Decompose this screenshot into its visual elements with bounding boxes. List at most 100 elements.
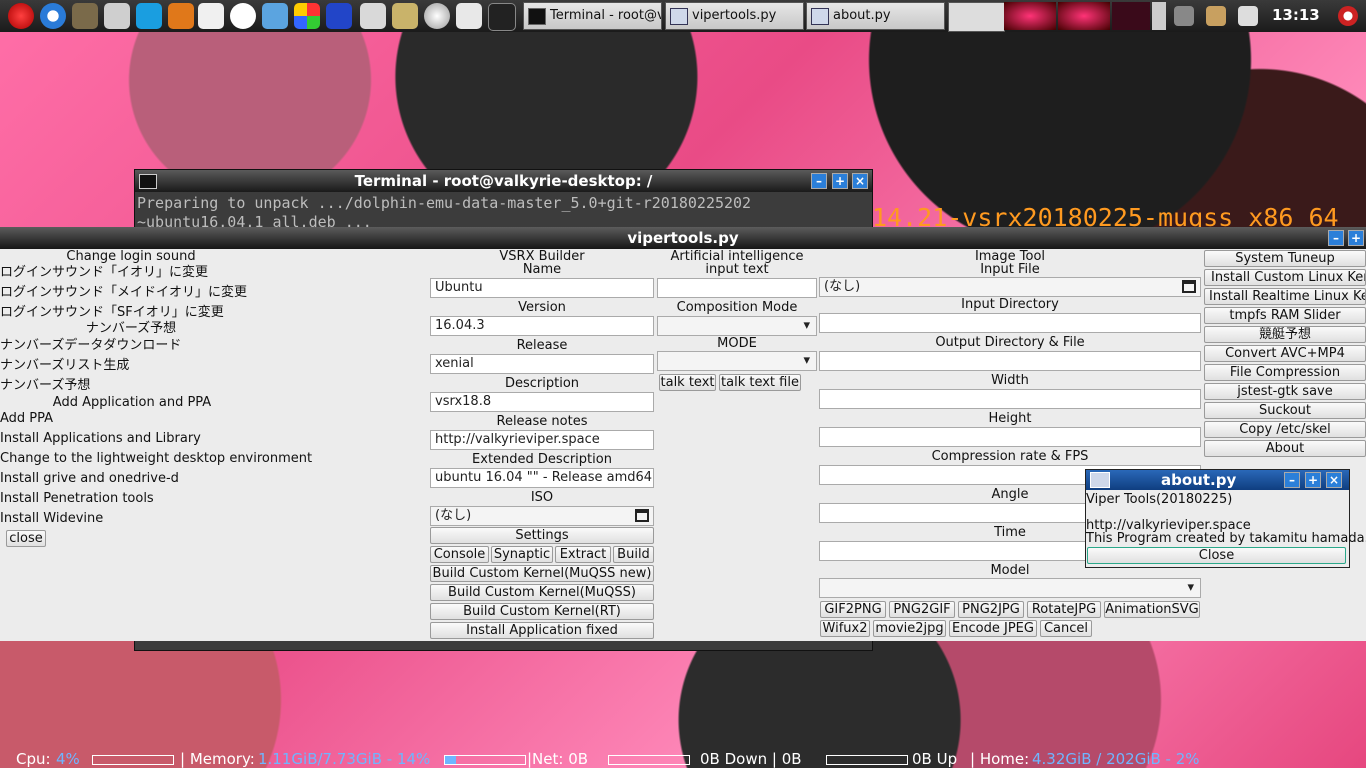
- input-directory-field[interactable]: [819, 313, 1201, 333]
- file-compression-button[interactable]: File Compression: [1204, 364, 1366, 381]
- maximize-button[interactable]: +: [1348, 230, 1364, 246]
- dropbox-icon[interactable]: [1238, 6, 1258, 26]
- menu-item[interactable]: ナンバーズデータダウンロード: [0, 338, 181, 353]
- minimize-button[interactable]: –: [1284, 472, 1300, 488]
- tmpfs-ram-slider-button[interactable]: tmpfs RAM Slider: [1204, 307, 1366, 324]
- task-terminal[interactable]: Terminal - root@valkyrie-desktop: /: [523, 2, 662, 30]
- system-monitor-icon[interactable]: [488, 3, 516, 31]
- keyboard-layout-icon[interactable]: [1174, 6, 1194, 26]
- animationsvg-button[interactable]: AnimationSVG: [1104, 601, 1200, 618]
- console-button[interactable]: Console: [430, 546, 489, 563]
- maximize-button[interactable]: +: [832, 173, 848, 189]
- close-button[interactable]: close: [6, 530, 46, 547]
- png2jpg-button[interactable]: PNG2JPG: [958, 601, 1024, 618]
- extract-button[interactable]: Extract: [555, 546, 611, 563]
- menu-item[interactable]: ナンバーズリスト生成: [0, 358, 129, 373]
- video-editor-icon[interactable]: [198, 3, 224, 29]
- vipertools-titlebar[interactable]: vipertools.py – +: [0, 227, 1366, 249]
- about-button[interactable]: About: [1204, 440, 1366, 457]
- about-window[interactable]: about.py – + × Viper Tools(20180225) htt…: [1085, 469, 1366, 568]
- talk-text-button[interactable]: talk text: [659, 374, 716, 391]
- browser-icon[interactable]: [40, 3, 66, 29]
- menu-item[interactable]: Install Penetration tools: [0, 491, 154, 506]
- composition-mode-select[interactable]: [657, 316, 817, 336]
- download-icon[interactable]: [392, 3, 418, 29]
- model-select[interactable]: [819, 578, 1201, 598]
- height-field[interactable]: [819, 427, 1201, 447]
- settings-button[interactable]: Settings: [430, 527, 654, 544]
- power-icon[interactable]: [8, 3, 34, 29]
- settings-icon[interactable]: [104, 3, 130, 29]
- drawer-icon[interactable]: [360, 3, 386, 29]
- kodi-icon[interactable]: [136, 3, 162, 29]
- workspace-2[interactable]: [1004, 2, 1056, 30]
- shutdown-icon[interactable]: [1338, 6, 1358, 26]
- menu-item[interactable]: Install Widevine: [0, 511, 103, 526]
- menu-item[interactable]: Add PPA: [0, 411, 53, 426]
- install-realtime-kernel-button[interactable]: Install Realtime Linux Ker: [1204, 288, 1366, 305]
- menu-item[interactable]: ログインサウンド「メイドイオリ」に変更: [0, 285, 247, 300]
- boat-race-button[interactable]: 競艇予想: [1204, 326, 1366, 343]
- system-tuneup-button[interactable]: System Tuneup: [1204, 250, 1366, 267]
- build-kernel-muqss-new-button[interactable]: Build Custom Kernel(MuQSS new): [430, 565, 654, 582]
- menu-item[interactable]: Install grive and onedrive-d: [0, 471, 179, 486]
- menu-item[interactable]: ナンバーズ予想: [0, 378, 90, 393]
- network-icon[interactable]: [262, 3, 288, 29]
- terminal-titlebar[interactable]: Terminal - root@valkyrie-desktop: / – + …: [135, 170, 872, 192]
- mode-select[interactable]: [657, 351, 817, 371]
- clock[interactable]: 13:13: [1272, 6, 1320, 24]
- about-close-button[interactable]: Close: [1087, 547, 1346, 564]
- release-field[interactable]: xenial: [430, 354, 654, 374]
- copy-etc-skel-button[interactable]: Copy /etc/skel: [1204, 421, 1366, 438]
- version-field[interactable]: 16.04.3: [430, 316, 654, 336]
- gif2png-button[interactable]: GIF2PNG: [820, 601, 886, 618]
- workspace-3[interactable]: [1058, 2, 1110, 30]
- gimp-icon[interactable]: [72, 3, 98, 29]
- talk-text-file-button[interactable]: talk text file: [719, 374, 801, 391]
- minimize-button[interactable]: –: [1328, 230, 1344, 246]
- build-kernel-rt-button[interactable]: Build Custom Kernel(RT): [430, 603, 654, 620]
- maximize-button[interactable]: +: [1305, 472, 1321, 488]
- build-button[interactable]: Build: [613, 546, 654, 563]
- close-button[interactable]: ×: [852, 173, 868, 189]
- png2gif-button[interactable]: PNG2GIF: [889, 601, 955, 618]
- vipertools-window[interactable]: vipertools.py – + Change login sound ログイ…: [0, 227, 1366, 641]
- description-field[interactable]: vsrx18.8: [430, 392, 654, 412]
- wifux2-button[interactable]: Wifux2: [820, 620, 870, 637]
- about-titlebar[interactable]: about.py – + ×: [1086, 470, 1349, 490]
- keyboard-icon[interactable]: [456, 3, 482, 29]
- menu-item[interactable]: ログインサウンド「イオリ」に変更: [0, 265, 208, 280]
- task-about[interactable]: about.py: [806, 2, 945, 30]
- viper-icon[interactable]: [326, 3, 352, 29]
- menu-item[interactable]: ログインサウンド「SFイオリ」に変更: [0, 305, 224, 320]
- workspace-1[interactable]: [948, 2, 1005, 32]
- extended-description-field[interactable]: ubuntu 16.04 "" - Release amd64 (2: [430, 468, 654, 488]
- menu-item[interactable]: Install Applications and Library: [0, 431, 201, 446]
- task-vipertools[interactable]: vipertools.py: [665, 2, 804, 30]
- build-kernel-muqss-button[interactable]: Build Custom Kernel(MuQSS): [430, 584, 654, 601]
- install-application-fixed-button[interactable]: Install Application fixed: [430, 622, 654, 639]
- release-notes-field[interactable]: http://valkyrieviper.space: [430, 430, 654, 450]
- input-file-chooser[interactable]: (なし): [819, 277, 1201, 297]
- cancel-button[interactable]: Cancel: [1040, 620, 1092, 637]
- movie2jpg-button[interactable]: movie2jpg: [873, 620, 946, 637]
- jstest-gtk-save-button[interactable]: jstest-gtk save: [1204, 383, 1366, 400]
- synaptic-button[interactable]: Synaptic: [491, 546, 553, 563]
- encode-jpeg-button[interactable]: Encode JPEG: [949, 620, 1037, 637]
- name-field[interactable]: Ubuntu: [430, 278, 654, 298]
- width-field[interactable]: [819, 389, 1201, 409]
- output-field[interactable]: [819, 351, 1201, 371]
- rotatejpg-button[interactable]: RotateJPG: [1027, 601, 1101, 618]
- music-icon[interactable]: [168, 3, 194, 29]
- amazon-icon[interactable]: [230, 3, 256, 29]
- iso-file-chooser[interactable]: (なし): [430, 506, 654, 526]
- network-tray-icon[interactable]: [1206, 6, 1226, 26]
- minimize-button[interactable]: –: [811, 173, 827, 189]
- disc-icon[interactable]: [424, 3, 450, 29]
- menu-item[interactable]: Change to the lightweight desktop enviro…: [0, 451, 312, 466]
- ai-input-field[interactable]: [657, 278, 817, 298]
- suckout-button[interactable]: Suckout: [1204, 402, 1366, 419]
- windows-icon[interactable]: [294, 3, 320, 29]
- convert-avc-mp4-button[interactable]: Convert AVC+MP4: [1204, 345, 1366, 362]
- install-custom-kernel-button[interactable]: Install Custom Linux Kern: [1204, 269, 1366, 286]
